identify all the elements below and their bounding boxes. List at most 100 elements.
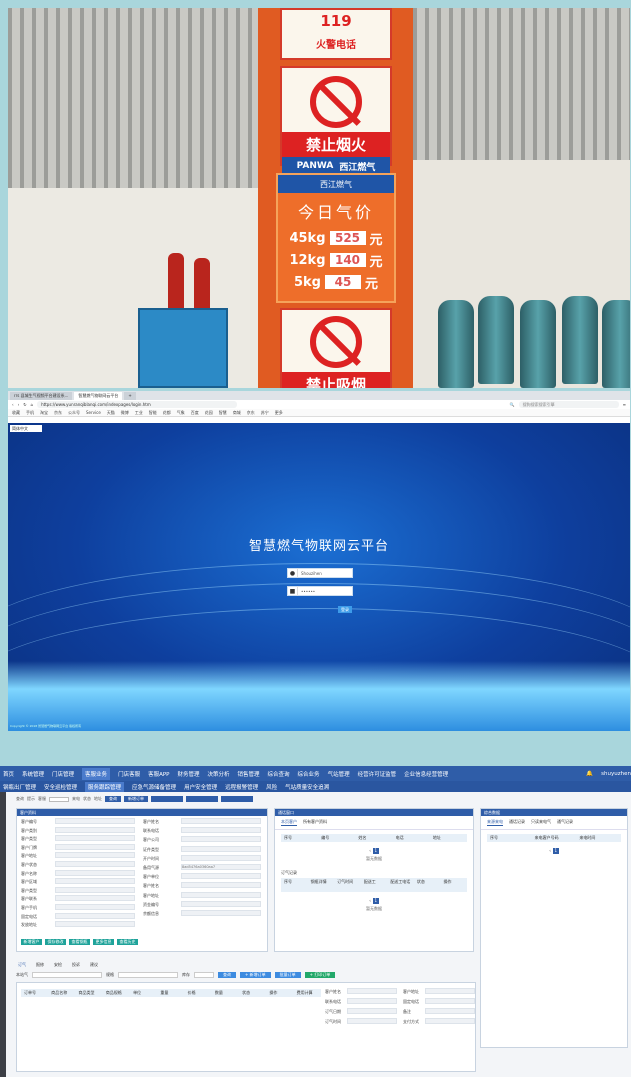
stats-tab[interactable]: 只读来电气 [531, 819, 551, 826]
nav-item[interactable]: 决策分析 [208, 770, 230, 778]
page-number[interactable]: 1 [552, 848, 559, 854]
browser-tab-active[interactable]: 智慧燃气物联网云平台 [74, 392, 123, 400]
toolbar-action[interactable] [221, 796, 253, 802]
form-input[interactable] [425, 1008, 475, 1014]
nav-item[interactable]: 经营许可证监管 [358, 770, 397, 778]
customer-action-button[interactable]: 查看钢瓶 [69, 939, 90, 945]
bookmark-item[interactable]: 微博 [121, 410, 129, 416]
field-input[interactable] [181, 900, 261, 907]
subnav-item[interactable]: 安全巡检管理 [44, 783, 77, 791]
batch-order-button[interactable]: 批量订单 [274, 972, 301, 978]
nav-item[interactable]: 门店客服 [118, 770, 140, 778]
bookmark-item[interactable]: 苏宁 [261, 410, 269, 416]
customer-action-button[interactable]: 更多信息 [93, 939, 114, 945]
bookmark-item[interactable]: 气象 [177, 410, 185, 416]
bookmark-item[interactable]: 京东 [247, 410, 255, 416]
user-name[interactable]: shuyuzhen [601, 771, 631, 777]
field-input[interactable] [55, 904, 135, 910]
nav-item[interactable]: 综合业务 [298, 770, 320, 778]
field-input[interactable] [181, 827, 261, 834]
bookmark-item[interactable]: 工业 [135, 410, 143, 416]
page-number[interactable]: 1 [372, 848, 379, 854]
language-select[interactable]: 简体中文 [10, 425, 42, 432]
reload-icon[interactable]: ↻ [23, 402, 26, 407]
stats-tab[interactable]: 来源来电 [487, 819, 503, 826]
bookmark-item[interactable]: Service [86, 410, 101, 415]
toolbar-action[interactable] [151, 796, 183, 802]
station-select[interactable] [32, 972, 102, 978]
service-tab[interactable]: 建议 [90, 962, 98, 968]
nav-item[interactable]: 销售管理 [238, 770, 260, 778]
form-input[interactable] [347, 988, 397, 994]
print-order-button[interactable]: + 打印订单 [304, 972, 336, 978]
new-order-button[interactable]: 新增订单 [124, 796, 148, 802]
bookmark-item[interactable]: 手机 [26, 410, 34, 416]
field-input[interactable] [55, 878, 135, 885]
field-input[interactable] [55, 895, 135, 902]
search-input[interactable]: 搜狗搜索搜索引擎 [518, 401, 619, 408]
password-field[interactable]: ■ •••••• [287, 586, 353, 596]
stock-input[interactable] [194, 972, 214, 978]
new-tab-button[interactable]: + [124, 392, 136, 400]
url-input[interactable]: https://www.yunranqiblanqi.com/indexpage… [37, 401, 238, 408]
field-input[interactable] [55, 835, 135, 842]
nav-item[interactable]: 系统管理 [22, 770, 44, 778]
home-icon[interactable]: ⌂ [31, 402, 34, 407]
customer-action-button[interactable]: 查看历史 [117, 939, 138, 945]
field-input[interactable] [181, 873, 261, 880]
tab-current-customer[interactable]: 本页客户 [281, 819, 297, 826]
field-input[interactable] [55, 921, 135, 928]
form-input[interactable] [425, 1018, 475, 1024]
bookmark-item[interactable]: 京东 [54, 410, 62, 416]
toolbar-action[interactable] [186, 796, 218, 802]
field-input[interactable] [181, 910, 261, 916]
field-input[interactable] [181, 882, 261, 889]
bookmark-item[interactable]: 智慧 [219, 410, 227, 416]
tab-all-customers[interactable]: 所有客户资料 [303, 819, 327, 826]
service-tab[interactable]: 订气 [18, 962, 26, 968]
bookmark-item[interactable]: 百度 [191, 410, 199, 416]
form-input[interactable] [425, 998, 475, 1004]
field-input[interactable] [55, 886, 135, 893]
field-input[interactable] [55, 912, 135, 919]
bookmark-item[interactable]: 花园 [205, 410, 213, 416]
bookmark-item[interactable]: 公众号 [68, 410, 80, 416]
field-input[interactable] [181, 854, 261, 861]
nav-item[interactable]: 企业信息经营管理 [404, 770, 448, 778]
subnav-item[interactable]: 远程报警管理 [225, 783, 258, 791]
nav-item[interactable]: 综合查询 [268, 770, 290, 778]
service-tab[interactable]: 安检 [54, 962, 62, 968]
field-input[interactable] [181, 836, 261, 843]
nav-item[interactable]: 首页 [3, 770, 14, 778]
form-input[interactable] [347, 1018, 397, 1024]
stats-tab[interactable]: 通气记录 [557, 819, 573, 826]
field-input[interactable] [55, 869, 135, 876]
query-order-button[interactable]: 查询 [218, 972, 236, 978]
bookmark-item[interactable]: 商城 [233, 410, 241, 416]
customer-action-button[interactable]: 新增客户 [21, 939, 42, 945]
bookmark-item[interactable]: 收藏 [12, 410, 20, 416]
nav-item[interactable]: 客服APP [148, 770, 169, 778]
nav-item[interactable]: 财务管理 [177, 770, 199, 778]
field-input[interactable] [55, 861, 135, 867]
field-input[interactable] [181, 891, 261, 898]
back-icon[interactable]: ‹ [12, 402, 14, 407]
field-input[interactable] [55, 826, 135, 833]
subnav-item[interactable]: 应急气源储备管理 [132, 783, 176, 791]
service-tab[interactable]: 报修 [36, 962, 44, 968]
bookmark-item[interactable]: 淘宝 [40, 410, 48, 416]
field-input[interactable] [55, 843, 135, 850]
bookmark-item[interactable]: 天猫 [107, 410, 115, 416]
subnav-item[interactable]: 用户安全管理 [184, 783, 217, 791]
field-input[interactable] [55, 852, 135, 859]
subnav-item[interactable]: 气站质量安全追溯 [285, 783, 329, 791]
field-input[interactable] [181, 845, 261, 852]
subnav-item[interactable]: 服务跟踪管理 [85, 781, 125, 792]
field-input[interactable]: 8ad5476a0360aa7 [181, 864, 261, 870]
prev-icon[interactable]: ‹ [369, 898, 371, 904]
browser-tab[interactable]: rrs 县城生气视频平台建设系... [10, 392, 73, 400]
subnav-item[interactable]: 钢瓶出厂管理 [3, 783, 36, 791]
bookmark-item[interactable]: 花都 [163, 410, 171, 416]
query-button[interactable]: 查询 [105, 796, 121, 802]
nav-item[interactable]: 门店管理 [52, 770, 74, 778]
